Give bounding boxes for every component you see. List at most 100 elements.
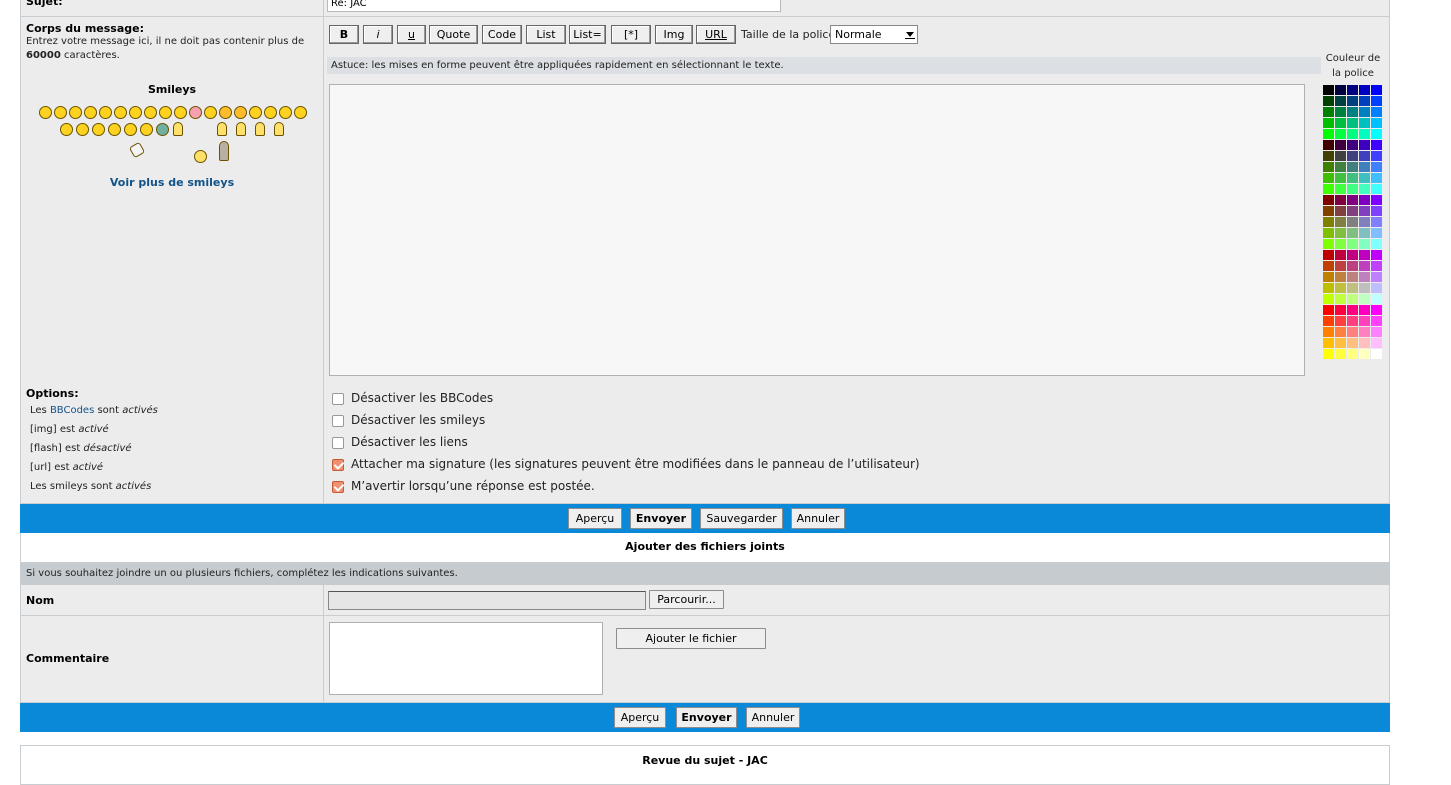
color-swatch[interactable] [1371, 162, 1382, 172]
color-swatch[interactable] [1347, 129, 1358, 139]
color-swatch[interactable] [1347, 140, 1358, 150]
smiley-icon[interactable] [114, 106, 127, 119]
color-swatch[interactable] [1359, 151, 1370, 161]
bbcode-link[interactable]: BBCodes [50, 405, 94, 416]
smiley-icon[interactable] [84, 106, 97, 119]
color-swatch[interactable] [1323, 118, 1334, 128]
color-swatch[interactable] [1359, 305, 1370, 315]
smiley-icon[interactable] [159, 106, 172, 119]
color-swatch[interactable] [1371, 327, 1382, 337]
color-swatch[interactable] [1323, 228, 1334, 238]
message-textarea[interactable] [329, 84, 1305, 376]
italic-button[interactable]: i [363, 25, 393, 44]
color-swatch[interactable] [1359, 184, 1370, 194]
color-swatch[interactable] [1335, 162, 1346, 172]
color-swatch[interactable] [1335, 173, 1346, 183]
color-swatch[interactable] [1323, 239, 1334, 249]
list-button[interactable]: List [526, 25, 566, 44]
color-swatch[interactable] [1371, 239, 1382, 249]
smiley-icon[interactable] [174, 106, 187, 119]
color-swatch[interactable] [1347, 228, 1358, 238]
color-swatch[interactable] [1323, 162, 1334, 172]
color-swatch[interactable] [1359, 250, 1370, 260]
underline-button[interactable]: u [397, 25, 426, 44]
smiley-icon[interactable] [234, 106, 247, 119]
submit-button[interactable]: Envoyer [676, 707, 737, 728]
color-swatch[interactable] [1335, 129, 1346, 139]
ghost-icon[interactable] [274, 122, 284, 136]
color-swatch[interactable] [1335, 272, 1346, 282]
figure-smiley-icon[interactable] [219, 141, 229, 161]
pencil-smiley-icon[interactable] [128, 141, 146, 159]
url-button[interactable]: URL [696, 25, 736, 44]
smiley-icon[interactable] [279, 106, 292, 119]
color-swatch[interactable] [1323, 316, 1334, 326]
color-swatch[interactable] [1359, 107, 1370, 117]
color-swatch[interactable] [1323, 261, 1334, 271]
color-swatch[interactable] [1347, 184, 1358, 194]
color-swatch[interactable] [1347, 107, 1358, 117]
smiley-icon[interactable] [129, 106, 142, 119]
color-swatch[interactable] [1335, 118, 1346, 128]
color-swatch[interactable] [1359, 272, 1370, 282]
color-swatch[interactable] [1347, 85, 1358, 95]
color-swatch[interactable] [1323, 140, 1334, 150]
color-swatch[interactable] [1335, 85, 1346, 95]
color-swatch[interactable] [1359, 294, 1370, 304]
color-swatch[interactable] [1347, 250, 1358, 260]
smiley-icon[interactable] [108, 123, 121, 136]
color-swatch[interactable] [1347, 349, 1358, 359]
color-swatch[interactable] [1335, 184, 1346, 194]
color-swatch[interactable] [1371, 283, 1382, 293]
color-swatch[interactable] [1371, 206, 1382, 216]
color-swatch[interactable] [1347, 239, 1358, 249]
smiley-icon[interactable] [39, 106, 52, 119]
color-swatch[interactable] [1335, 349, 1346, 359]
color-swatch[interactable] [1371, 96, 1382, 106]
file-comment-textarea[interactable] [329, 622, 603, 695]
color-swatch[interactable] [1371, 140, 1382, 150]
browse-button[interactable]: Parcourir... [649, 590, 724, 609]
color-swatch[interactable] [1335, 96, 1346, 106]
color-swatch[interactable] [1371, 173, 1382, 183]
color-swatch[interactable] [1371, 349, 1382, 359]
smiley-icon[interactable] [204, 106, 217, 119]
color-swatch[interactable] [1347, 206, 1358, 216]
color-swatch[interactable] [1347, 272, 1358, 282]
color-swatch[interactable] [1371, 305, 1382, 315]
ghost-icon[interactable] [255, 122, 265, 136]
color-swatch[interactable] [1371, 316, 1382, 326]
smiley-icon[interactable] [264, 106, 277, 119]
color-swatch[interactable] [1335, 327, 1346, 337]
color-swatch[interactable] [1347, 118, 1358, 128]
color-swatch[interactable] [1359, 173, 1370, 183]
more-smileys-link[interactable]: Voir plus de smileys [21, 176, 323, 189]
color-swatch[interactable] [1359, 316, 1370, 326]
color-swatch[interactable] [1371, 118, 1382, 128]
font-size-select[interactable]: Normale [830, 25, 918, 44]
ghost-icon[interactable] [217, 122, 227, 136]
notify-reply-checkbox[interactable] [332, 481, 344, 493]
color-swatch[interactable] [1335, 228, 1346, 238]
smiley-icon[interactable] [294, 106, 307, 119]
smiley-icon[interactable] [249, 106, 262, 119]
color-swatch[interactable] [1371, 228, 1382, 238]
color-swatch[interactable] [1323, 217, 1334, 227]
color-swatch[interactable] [1371, 151, 1382, 161]
ghost-icon[interactable] [173, 122, 183, 136]
color-swatch[interactable] [1371, 107, 1382, 117]
subject-input[interactable]: Re: JAC [327, 0, 781, 12]
color-swatch[interactable] [1371, 85, 1382, 95]
color-swatch[interactable] [1323, 338, 1334, 348]
color-swatch[interactable] [1359, 118, 1370, 128]
color-swatch[interactable] [1359, 261, 1370, 271]
smiley-icon[interactable] [144, 106, 157, 119]
smiley-icon[interactable] [140, 123, 153, 136]
smiley-icon[interactable] [60, 123, 73, 136]
color-swatch[interactable] [1347, 327, 1358, 337]
color-swatch[interactable] [1323, 283, 1334, 293]
color-swatch[interactable] [1323, 107, 1334, 117]
color-swatch[interactable] [1335, 338, 1346, 348]
quote-button[interactable]: Quote [429, 25, 478, 44]
color-swatch[interactable] [1359, 217, 1370, 227]
